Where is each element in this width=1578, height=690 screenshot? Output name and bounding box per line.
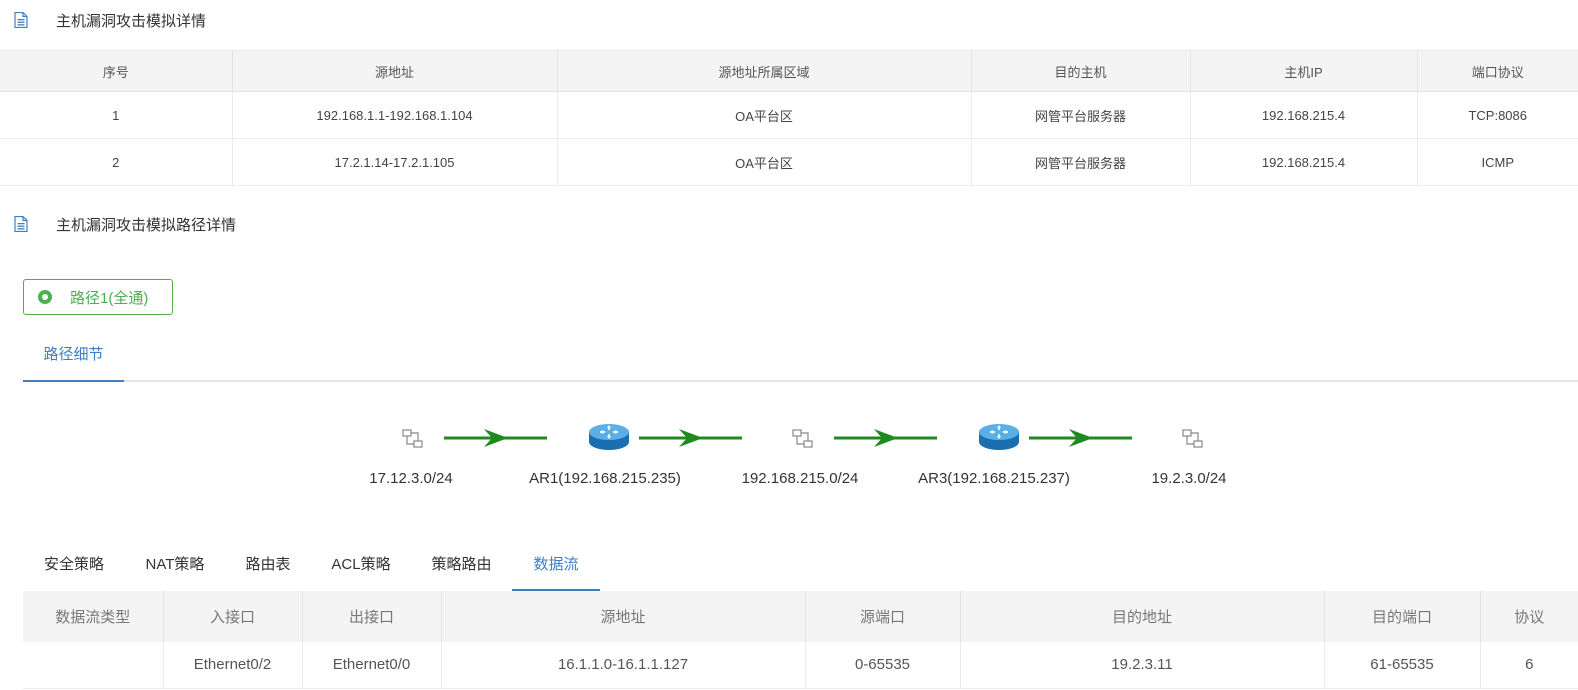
section-title-attack-detail: 主机漏洞攻击模拟详情 [14,8,206,32]
topology-diagram: 17.12.3.0/24 AR1(192.168.215.235) 192.16… [0,410,1578,500]
table-cell: OA平台区 [557,138,972,186]
tab-data-flow[interactable]: 数据流 [512,545,600,591]
column-header: 出接口 [302,591,442,642]
section-title-text: 主机漏洞攻击模拟详情 [56,12,207,30]
table-cell [23,642,164,689]
flow-arrow-icon [1029,429,1132,447]
table-cell: 61-65535 [1324,642,1481,689]
table-cell: 19.2.3.11 [960,642,1325,689]
node-label: 19.2.3.0/24 [1151,470,1227,487]
column-header: 源地址 [232,50,558,92]
column-header: 主机IP [1190,50,1418,92]
table-header-row: 序号 源地址 源地址所属区域 目的主机 主机IP 端口协议 [0,50,1578,92]
column-header: 端口协议 [1417,50,1578,92]
network-subnet-icon[interactable] [1181,428,1205,450]
table-cell: 1 [0,91,233,139]
flow-arrow-icon [834,429,937,447]
tab-nat-policy[interactable]: NAT策略 [125,545,225,591]
column-header: 序号 [0,50,233,92]
table-cell: 16.1.1.0-16.1.1.127 [441,642,806,689]
host-vuln-table: 序号 源地址 源地址所属区域 目的主机 主机IP 端口协议 1 192.168.… [0,50,1578,186]
tab-policy-route[interactable]: 策略路由 [411,545,512,591]
node-label: 192.168.215.0/24 [741,470,859,487]
column-header: 目的主机 [971,50,1191,92]
table-cell: 192.168.215.4 [1190,138,1418,186]
table-cell: 0-65535 [805,642,961,689]
node-label: 17.12.3.0/24 [369,470,453,487]
tab-path-detail[interactable]: 路径细节 [23,340,124,382]
network-subnet-icon[interactable] [791,428,815,450]
table-cell: 网管平台服务器 [971,91,1191,139]
tab-route-table[interactable]: 路由表 [225,545,311,591]
table-cell: 192.168.1.1-192.168.1.104 [232,91,558,139]
table-cell: 6 [1480,642,1578,689]
column-header: 目的端口 [1324,591,1481,642]
node-label: AR1(192.168.215.235) [529,470,681,487]
table-header-row: 数据流类型 入接口 出接口 源地址 源端口 目的地址 目的端口 协议 [23,591,1578,642]
flow-arrow-icon [639,429,742,447]
table-cell: 192.168.215.4 [1190,91,1418,139]
column-header: 入接口 [163,591,303,642]
table-cell: TCP:8086 [1417,91,1578,139]
tab-security-policy[interactable]: 安全策略 [23,545,125,591]
document-icon [14,12,28,28]
table-cell: OA平台区 [557,91,972,139]
section-title-attack-path: 主机漏洞攻击模拟路径详情 [14,212,236,236]
router-icon[interactable] [587,420,631,454]
document-icon [14,216,28,232]
table-cell: 网管平台服务器 [971,138,1191,186]
section-title-text: 主机漏洞攻击模拟路径详情 [56,216,237,234]
path-tag-label: 路径1(全通) [70,289,149,307]
flow-arrow-icon [444,429,547,447]
column-header: 源地址 [441,591,806,642]
data-flow-table: 数据流类型 入接口 出接口 源地址 源端口 目的地址 目的端口 协议 Ether… [23,591,1578,689]
column-header: 协议 [1480,591,1578,642]
table-cell: ICMP [1417,138,1578,186]
column-header: 目的地址 [960,591,1325,642]
network-subnet-icon[interactable] [401,428,425,450]
column-header: 源地址所属区域 [557,50,972,92]
status-dot-icon [38,290,52,304]
detail-tab-bar: 路径细节 [23,340,1578,382]
node-label: AR3(192.168.215.237) [918,470,1070,487]
table-cell: Ethernet0/2 [163,642,303,689]
column-header: 源端口 [805,591,961,642]
table-cell: 2 [0,138,233,186]
policy-tab-bar: 安全策略 NAT策略 路由表 ACL策略 策略路由 数据流 [23,545,1578,591]
table-cell: 17.2.1.14-17.2.1.105 [232,138,558,186]
table-cell: Ethernet0/0 [302,642,442,689]
column-header: 数据流类型 [23,591,164,642]
table-row[interactable]: Ethernet0/2 Ethernet0/0 16.1.1.0-16.1.1.… [23,642,1578,689]
table-row[interactable]: 2 17.2.1.14-17.2.1.105 OA平台区 网管平台服务器 192… [0,138,1578,186]
router-icon[interactable] [977,420,1021,454]
path-tag-button[interactable]: 路径1(全通) [23,279,173,315]
table-row[interactable]: 1 192.168.1.1-192.168.1.104 OA平台区 网管平台服务… [0,91,1578,139]
tab-acl-policy[interactable]: ACL策略 [311,545,411,591]
